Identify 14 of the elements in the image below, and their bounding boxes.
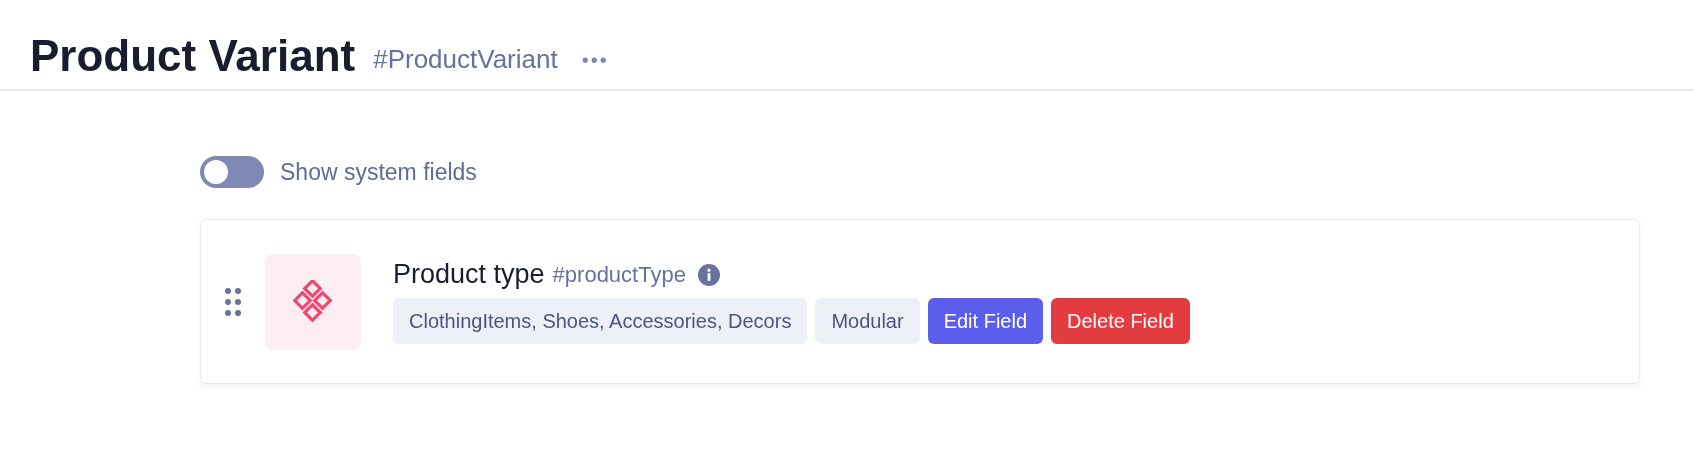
more-button[interactable]: ••• — [581, 49, 609, 72]
drag-handle-icon[interactable] — [223, 286, 243, 317]
delete-field-button[interactable]: Delete Field — [1051, 298, 1190, 344]
toggle-switch[interactable] — [200, 156, 264, 188]
field-name: Product type — [393, 259, 545, 290]
toggle-label: Show system fields — [280, 158, 477, 186]
page-title: Product Variant — [30, 30, 356, 81]
api-id: #ProductVariant — [373, 44, 558, 75]
field-api-id: #productType — [552, 261, 686, 288]
type-tag: ClothingItems, Shoes, Accessories, Decors — [393, 298, 808, 344]
diamonds-icon — [293, 279, 333, 324]
info-icon[interactable] — [697, 263, 720, 286]
edit-field-button[interactable]: Edit Field — [927, 298, 1044, 344]
type-tag: Modular — [815, 298, 920, 344]
